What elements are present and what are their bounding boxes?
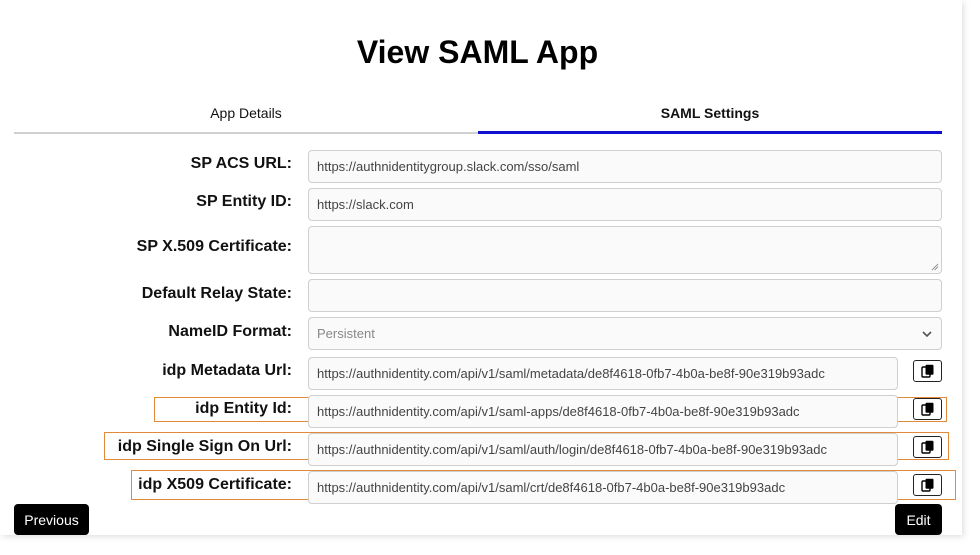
copy-entity-id-button[interactable] — [913, 398, 942, 420]
resize-grip-icon[interactable] — [931, 263, 939, 271]
idp-entity-id-field[interactable] — [308, 395, 898, 428]
tab-saml-settings[interactable]: SAML Settings — [478, 100, 942, 134]
sp-x509-label: SP X.509 Certificate: — [136, 238, 292, 255]
sp-x509-textarea[interactable] — [308, 226, 942, 274]
previous-button[interactable]: Previous — [14, 504, 89, 535]
nameid-format-value: Persistent — [317, 326, 375, 341]
copy-x509-button[interactable] — [913, 474, 942, 496]
nameid-format-select[interactable]: Persistent — [308, 317, 942, 350]
sp-acs-url-field[interactable] — [308, 150, 942, 183]
copy-icon — [920, 402, 933, 416]
relay-state-field[interactable] — [308, 279, 942, 312]
copy-icon — [920, 440, 933, 454]
copy-icon — [920, 478, 933, 492]
page-title: View SAML App — [356, 34, 599, 70]
tab-bar: App Details SAML Settings — [14, 100, 942, 134]
idp-sso-url-label: idp Single Sign On Url: — [117, 438, 292, 455]
copy-icon — [920, 364, 933, 378]
idp-metadata-url-field[interactable] — [308, 357, 898, 390]
sp-entity-id-field[interactable] — [308, 188, 942, 221]
chevron-down-icon — [922, 330, 932, 337]
relay-state-label: Default Relay State: — [141, 285, 292, 302]
idp-x509-label: idp X509 Certificate: — [138, 476, 292, 493]
sp-acs-url-label: SP ACS URL: — [190, 155, 292, 172]
idp-metadata-url-label: idp Metadata Url: — [162, 362, 292, 379]
sp-entity-id-label: SP Entity ID: — [196, 193, 292, 210]
copy-metadata-url-button[interactable] — [913, 360, 942, 382]
nameid-format-label: NameID Format: — [168, 323, 292, 340]
tab-app-details[interactable]: App Details — [14, 100, 478, 134]
copy-sso-url-button[interactable] — [913, 436, 942, 458]
edit-button[interactable]: Edit — [895, 504, 942, 535]
idp-sso-url-field[interactable] — [308, 433, 898, 466]
idp-x509-field[interactable] — [308, 471, 898, 504]
idp-entity-id-label: idp Entity Id: — [195, 400, 292, 417]
